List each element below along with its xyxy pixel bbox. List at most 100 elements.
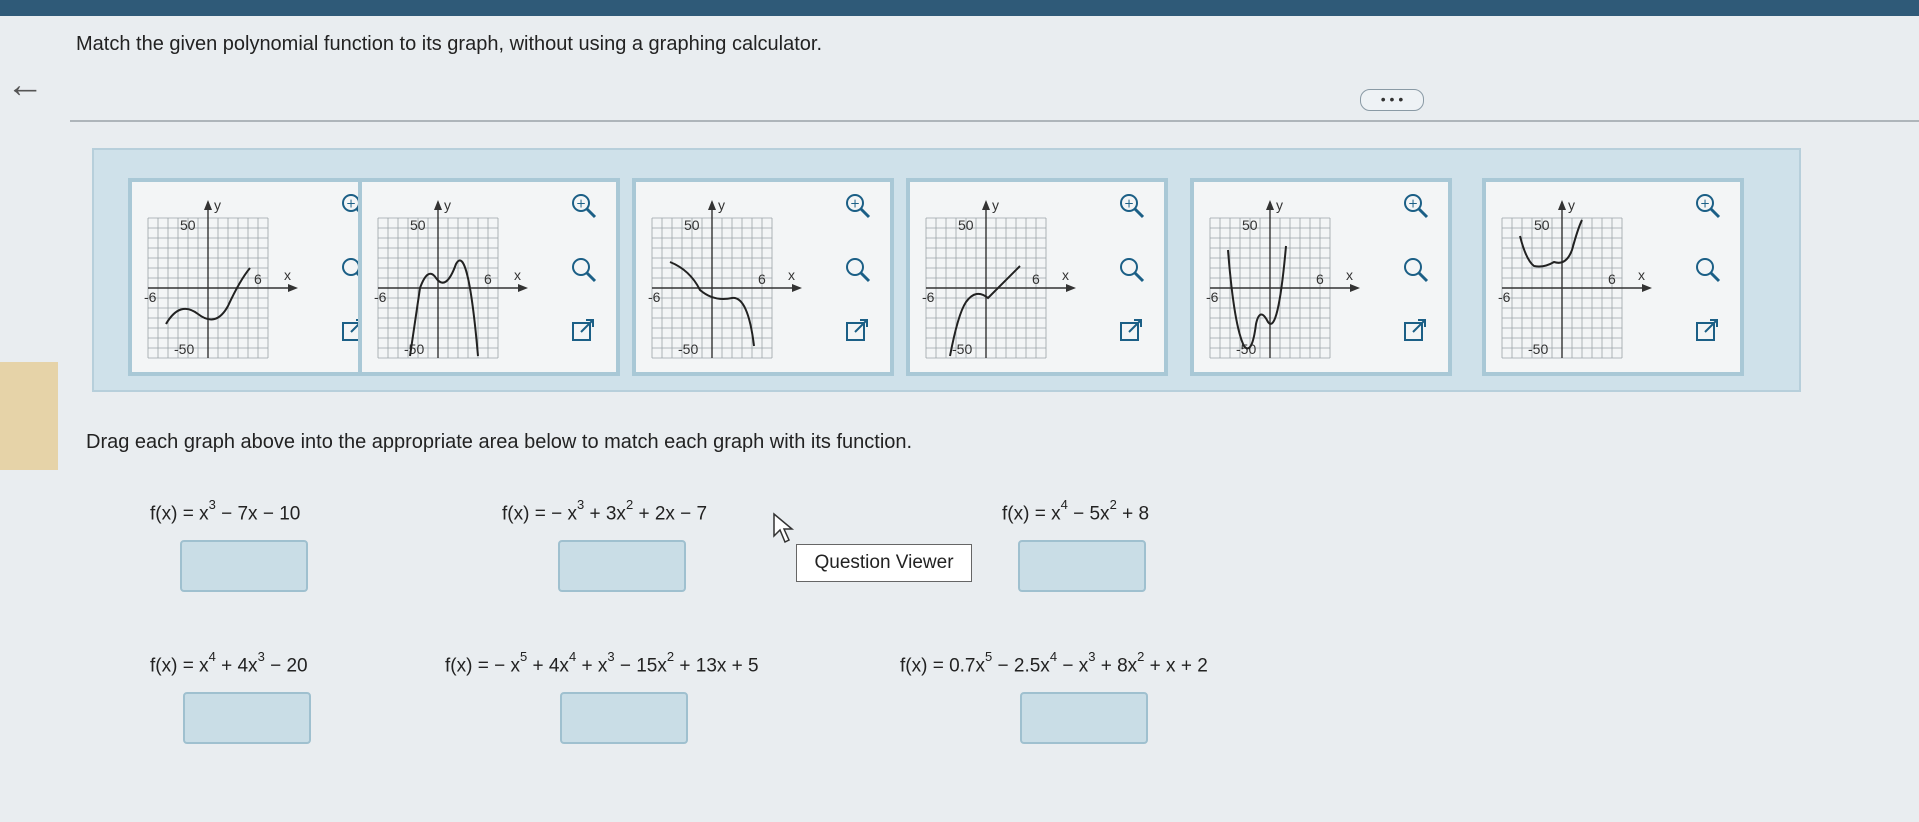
y-max-label: 50 — [1534, 217, 1550, 233]
x-axis-arrow-icon — [1066, 284, 1076, 292]
y-axis-label: y — [444, 197, 451, 213]
polynomial-graph: y x 50 -50 -6 6 — [922, 197, 1076, 359]
function-label: f(x) = x3 − 7x − 10 — [150, 497, 301, 525]
drop-zone[interactable] — [560, 692, 688, 744]
x-axis-arrow-icon — [518, 284, 528, 292]
y-axis-arrow-icon — [1266, 200, 1274, 210]
function-label: f(x) = x4 + 4x3 − 20 — [150, 649, 308, 677]
graph-card[interactable]: y x 50 -50 -6 6 + — [1482, 178, 1744, 376]
function-label: f(x) = − x3 + 3x2 + 2x − 7 — [502, 497, 708, 525]
x-axis-arrow-icon — [792, 284, 802, 292]
x-min-label: -6 — [1206, 289, 1219, 305]
y-axis-label: y — [214, 197, 221, 213]
drop-zone[interactable] — [558, 540, 686, 592]
zoom-in-icon[interactable]: + — [568, 190, 600, 222]
more-button[interactable]: • • • — [1360, 89, 1424, 111]
graph-curve — [1519, 219, 1583, 268]
zoom-out-icon[interactable] — [1400, 254, 1432, 286]
y-axis-arrow-icon — [434, 200, 442, 210]
zoom-in-icon[interactable]: + — [842, 190, 874, 222]
y-axis-arrow-icon — [982, 200, 990, 210]
open-external-icon[interactable] — [1116, 314, 1148, 346]
x-axis-label: x — [1346, 267, 1353, 283]
y-axis-arrow-icon — [204, 200, 212, 210]
svg-text:+: + — [1408, 197, 1418, 211]
open-external-icon[interactable] — [842, 314, 874, 346]
polynomial-graph: yx50-50-66 — [144, 197, 298, 359]
x-axis-arrow-icon — [1350, 284, 1360, 292]
y-min-label: -50 — [404, 341, 424, 357]
x-max-label: 6 — [1316, 271, 1324, 287]
drop-zone[interactable] — [1020, 692, 1148, 744]
x-min-label: -6 — [1498, 289, 1511, 305]
drop-zone[interactable] — [1018, 540, 1146, 592]
y-axis-arrow-icon — [708, 200, 716, 210]
open-external-icon[interactable] — [568, 314, 600, 346]
open-external-icon[interactable] — [1692, 314, 1724, 346]
drag-instruction: Drag each graph above into the appropria… — [86, 431, 913, 453]
back-arrow-icon[interactable]: ← — [6, 66, 44, 104]
svg-text:+: + — [1700, 197, 1710, 211]
zoom-in-icon[interactable]: + — [1400, 190, 1432, 222]
zoom-out-icon[interactable] — [1116, 254, 1148, 286]
zoom-in-icon[interactable]: + — [1116, 190, 1148, 222]
x-axis-arrow-icon — [288, 284, 298, 292]
drop-zone[interactable] — [180, 540, 308, 592]
mouse-cursor-icon — [773, 512, 795, 544]
graph-card[interactable]: y x 50 -50 -6 6 + — [128, 178, 390, 376]
graph-card[interactable]: y x 50 -50 -6 6 + — [632, 178, 894, 376]
function-label: f(x) = 0.7x5 − 2.5x4 − x3 + 8x2 + x + 2 — [900, 649, 1208, 677]
y-axis-label: y — [1568, 197, 1575, 213]
x-max-label: 6 — [484, 271, 492, 287]
x-axis-arrow-icon — [1642, 284, 1652, 292]
graph-curve — [1227, 245, 1287, 350]
svg-text:+: + — [576, 197, 586, 211]
side-marker — [0, 362, 58, 470]
function-label: f(x) = − x5 + 4x4 + x3 − 15x2 + 13x + 5 — [445, 649, 759, 677]
graph-card[interactable]: y x 50 -50 -6 6 + — [358, 178, 620, 376]
y-max-label: 50 — [410, 217, 426, 233]
x-max-label: 6 — [1608, 271, 1616, 287]
y-max-label: 50 — [180, 217, 196, 233]
x-min-label: -6 — [648, 289, 661, 305]
drop-zone[interactable] — [183, 692, 311, 744]
y-axis-arrow-icon — [1558, 200, 1566, 210]
y-axis-label: y — [718, 197, 725, 213]
zoom-out-icon[interactable] — [568, 254, 600, 286]
svg-text:+: + — [850, 197, 860, 211]
polynomial-graph: yx50-50-66 — [1206, 197, 1360, 359]
x-axis-label: x — [788, 267, 795, 283]
x-max-label: 6 — [1032, 271, 1040, 287]
y-max-label: 50 — [684, 217, 700, 233]
polynomial-graph: yx50-50-66 — [1498, 197, 1652, 359]
x-max-label: 6 — [758, 271, 766, 287]
x-axis-label: x — [1062, 267, 1069, 283]
zoom-in-icon[interactable]: + — [1692, 190, 1724, 222]
question-viewer-tooltip: Question Viewer — [796, 544, 972, 582]
polynomial-graph: y x 50 -50 -6 6 — [648, 197, 802, 359]
zoom-out-icon[interactable] — [842, 254, 874, 286]
polynomial-graph: yx50-50-66 — [374, 197, 528, 359]
svg-text:+: + — [346, 197, 356, 211]
x-min-label: -6 — [922, 289, 935, 305]
top-bar — [0, 0, 1919, 16]
y-min-label: -50 — [1528, 341, 1548, 357]
open-external-icon[interactable] — [1400, 314, 1432, 346]
graph-card[interactable]: y x 50 -50 -6 6 + — [906, 178, 1168, 376]
y-axis-label: y — [992, 197, 999, 213]
y-min-label: -50 — [678, 341, 698, 357]
question-instruction: Match the given polynomial function to i… — [76, 33, 822, 55]
x-axis-label: x — [284, 267, 291, 283]
svg-text:+: + — [1124, 197, 1134, 211]
y-axis-label: y — [1276, 197, 1283, 213]
graph-card[interactable]: y x 50 -50 -6 6 + — [1190, 178, 1452, 376]
y-min-label: -50 — [174, 341, 194, 357]
y-max-label: 50 — [1242, 217, 1258, 233]
x-axis-label: x — [514, 267, 521, 283]
divider — [70, 120, 1919, 122]
y-min-label: -50 — [952, 341, 972, 357]
x-max-label: 6 — [254, 271, 262, 287]
function-label: f(x) = x4 − 5x2 + 8 — [1002, 497, 1150, 525]
zoom-out-icon[interactable] — [1692, 254, 1724, 286]
y-max-label: 50 — [958, 217, 974, 233]
